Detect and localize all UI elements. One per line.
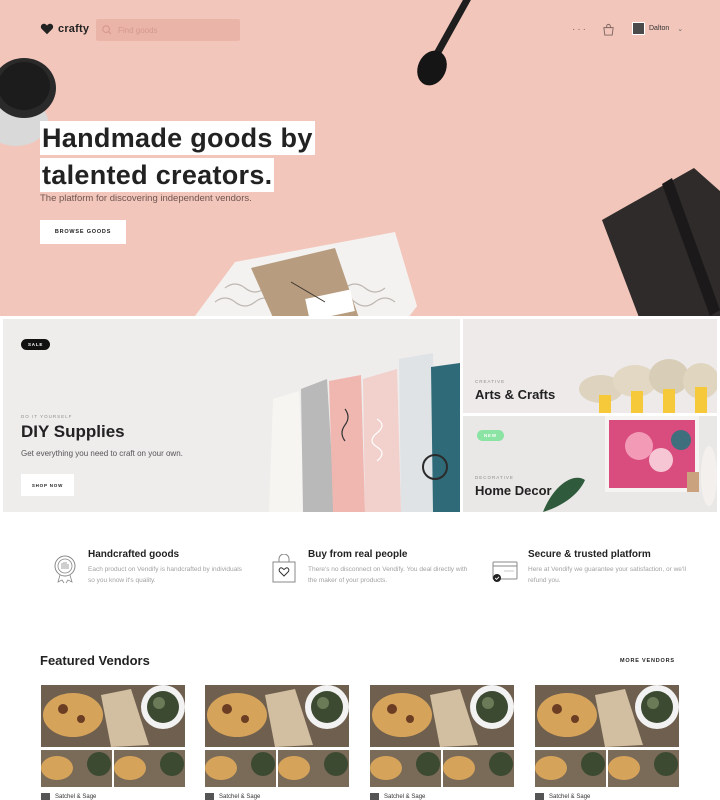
vendor-logo (535, 793, 544, 800)
feature-title: Secure & trusted platform (528, 549, 651, 560)
logo-text: crafty (58, 23, 90, 35)
user-name: Dalton (649, 25, 670, 32)
hero-title-line2: talented creators. (40, 158, 275, 192)
sale-badge: SALE (21, 339, 51, 350)
shopping-bag-icon[interactable] (602, 23, 615, 36)
shop-now-button[interactable]: SHOP NOW (21, 474, 74, 496)
more-vendors-button[interactable]: MORE VENDORS (620, 658, 675, 664)
shopping-bag-heart-icon (272, 554, 296, 583)
vendor-thumb-image (535, 750, 606, 787)
search-box[interactable] (96, 19, 240, 41)
credit-card-check-icon (492, 561, 518, 582)
fabric-rolls-image (269, 353, 460, 512)
vendor-thumb-image (443, 750, 514, 787)
vendor-card[interactable]: Satchel & Sage (205, 685, 349, 800)
vendor-card[interactable]: Satchel & Sage (41, 685, 185, 800)
vendor-thumb-image (608, 750, 679, 787)
hero-subtitle: The platform for discovering independent… (40, 193, 252, 204)
notebook-image (602, 168, 720, 316)
home-kicker: DECORATIVE (475, 475, 514, 480)
vendor-footer: Satchel & Sage (370, 793, 514, 800)
top-nav: crafty ··· Dalton ⌄ (0, 0, 720, 60)
vendor-card[interactable]: Satchel & Sage (370, 685, 514, 800)
vendor-name[interactable]: Satchel & Sage (219, 794, 260, 800)
vendor-footer: Satchel & Sage (41, 793, 185, 800)
arts-title: Arts & Crafts (475, 387, 556, 402)
home-decor-image (543, 416, 717, 512)
vendor-main-image (205, 685, 349, 747)
hero-title: Handmade goods by talented creators. (40, 118, 315, 192)
avatar (632, 22, 645, 35)
vendor-logo (370, 793, 379, 800)
category-tiles: SALE DO IT YOURSELF DIY Supplies Get eve… (0, 316, 720, 514)
feature-title: Buy from real people (308, 549, 408, 560)
more-menu-icon[interactable]: ··· (572, 24, 588, 35)
diy-title: DIY Supplies (21, 422, 125, 441)
featured-vendors-heading: Featured Vendors (40, 653, 150, 668)
feature-title: Handcrafted goods (88, 549, 180, 560)
vendor-thumb-image (278, 750, 349, 787)
feature-description: Each product on Vendify is handcrafted b… (88, 566, 242, 584)
user-menu[interactable]: Dalton ⌄ (632, 22, 683, 35)
diy-description: Get everything you need to craft on your… (21, 449, 183, 458)
search-icon (102, 25, 112, 35)
vendor-name[interactable]: Satchel & Sage (384, 794, 425, 800)
yarn-skeins-image (579, 359, 717, 413)
vendor-logo (41, 793, 50, 800)
vendor-name[interactable]: Satchel & Sage (55, 794, 96, 800)
vendor-thumb-image (41, 750, 112, 787)
feature-description: There's no disconnect on Vendify. You de… (308, 566, 468, 584)
vendor-logo (205, 793, 214, 800)
vendor-footer: Satchel & Sage (535, 793, 679, 800)
tile-arts-crafts[interactable]: CREATIVE Arts & Crafts (463, 319, 717, 413)
search-input[interactable] (118, 25, 228, 35)
tile-home-decor[interactable]: NEW DECORATIVE Home Decor (463, 416, 717, 512)
vendor-main-image (41, 685, 185, 747)
new-badge: NEW (477, 430, 504, 441)
vendor-card[interactable]: Satchel & Sage (535, 685, 679, 800)
logo[interactable]: crafty (40, 22, 89, 36)
diy-kicker: DO IT YOURSELF (21, 414, 73, 419)
vendor-thumb-image (114, 750, 185, 787)
vendor-main-image (370, 685, 514, 747)
vendor-thumb-image (370, 750, 441, 787)
heart-logo-icon (40, 23, 54, 35)
chevron-down-icon: ⌄ (677, 25, 684, 33)
wrapped-package-image (195, 232, 417, 316)
tile-diy-supplies[interactable]: SALE DO IT YOURSELF DIY Supplies Get eve… (3, 319, 460, 512)
browse-goods-button[interactable]: BROWSE GOODS (40, 220, 126, 244)
arts-kicker: CREATIVE (475, 379, 506, 384)
hero-title-line1: Handmade goods by (40, 121, 315, 155)
feature-description: Here at Vendify we guarantee your satisf… (528, 566, 687, 584)
medal-hand-icon (54, 555, 76, 584)
vendor-footer: Satchel & Sage (205, 793, 349, 800)
vendor-thumb-image (205, 750, 276, 787)
vendor-main-image (535, 685, 679, 747)
home-title: Home Decor (475, 483, 552, 498)
vendor-name[interactable]: Satchel & Sage (549, 794, 590, 800)
hero-section: crafty ··· Dalton ⌄ Handmade goods by ta… (0, 0, 720, 316)
features-row: Handcrafted goods Each product on Vendif… (0, 540, 720, 610)
